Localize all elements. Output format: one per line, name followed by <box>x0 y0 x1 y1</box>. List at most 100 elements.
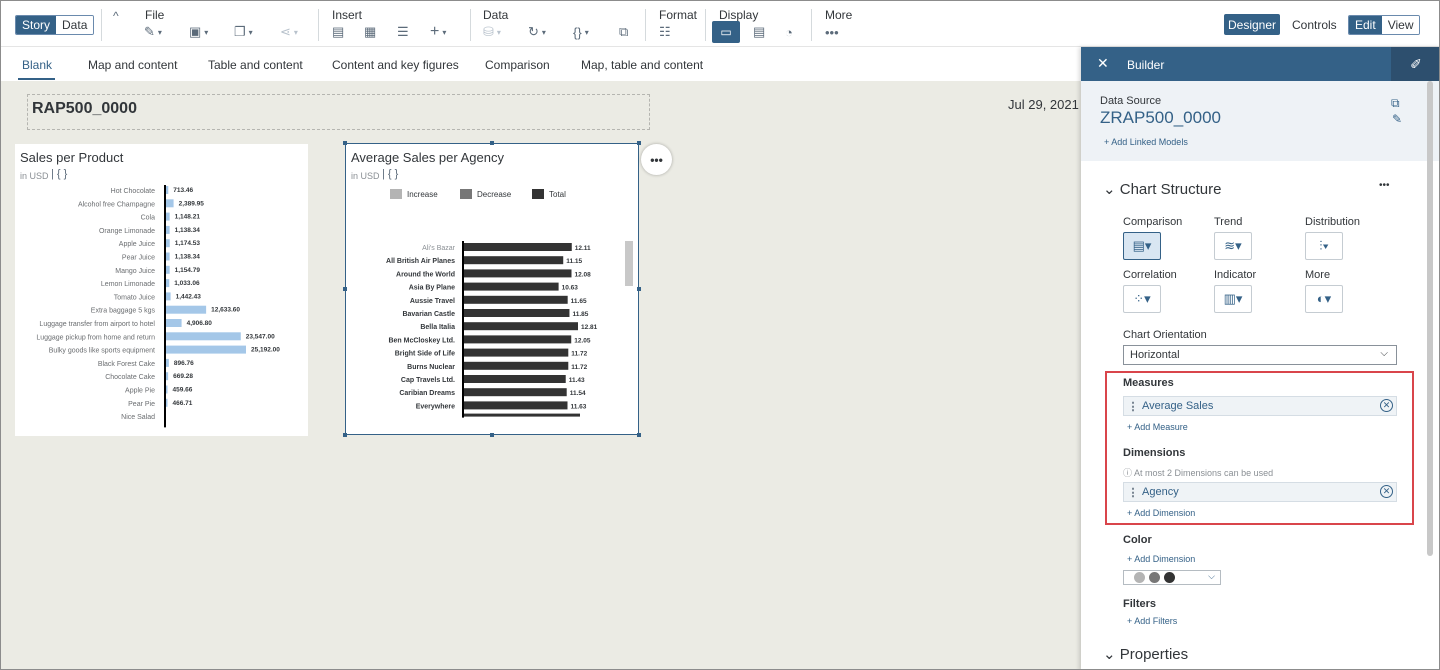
color-add-dimension-link[interactable]: + Add Dimension <box>1127 554 1195 564</box>
share-icon[interactable]: ⋖ ▾ <box>280 23 298 41</box>
resize-handle[interactable] <box>343 433 347 437</box>
data-label: 11.43 <box>569 377 585 384</box>
category-label: Cap Travels Ltd. <box>401 377 455 384</box>
comparison-chart-icon[interactable]: ▤▾ <box>1123 232 1161 260</box>
tab-table-and-content[interactable]: Table and content <box>208 58 303 72</box>
data-label: 23,547.00 <box>246 333 275 340</box>
separator <box>470 9 471 41</box>
chart-structure-label: Chart Structure <box>1119 181 1222 198</box>
performance-icon[interactable]: ◔ <box>785 23 793 41</box>
chart-scrollbar[interactable] <box>625 241 633 286</box>
grid-view-icon[interactable]: ▤ <box>753 23 765 41</box>
refresh-icon[interactable]: ↻ ▾ <box>528 23 546 41</box>
color-palette-select[interactable]: ⌵ <box>1123 570 1221 585</box>
resize-handle[interactable] <box>343 141 347 145</box>
template-tabs: Blank Map and content Table and content … <box>1 47 1081 81</box>
chart-more-actions-button[interactable]: ••• <box>641 144 672 175</box>
type-label-correlation: Correlation <box>1123 269 1177 281</box>
type-label-more: More <box>1305 269 1331 281</box>
chart-bar <box>464 243 572 251</box>
chart-insert-icon[interactable]: ▤ <box>332 23 344 41</box>
tab-blank[interactable]: Blank <box>22 58 52 72</box>
tab-content-and-key-figures[interactable]: Content and key figures <box>332 58 459 72</box>
category-label: Everywhere <box>416 403 455 410</box>
chart-bar <box>464 269 572 278</box>
styling-brush-icon[interactable]: ✐ <box>1391 47 1439 81</box>
category-label: All British Air Planes <box>386 258 455 265</box>
trend-chart-icon[interactable]: ≋▾ <box>1214 232 1252 260</box>
add-linked-models-link[interactable]: + Add Linked Models <box>1104 137 1188 147</box>
data-link-icon[interactable]: ⛁ ▾ <box>483 23 501 41</box>
average-sales-per-agency-chart[interactable]: Average Sales per Agency in USD | { } In… <box>345 143 639 435</box>
orientation-select[interactable]: Horizontal ⌵ <box>1123 345 1397 365</box>
data-label: 1,154.79 <box>175 267 201 274</box>
chart-bar <box>166 225 170 234</box>
collapse-toolbar-icon[interactable]: ^ <box>113 7 119 25</box>
more-icon[interactable]: ••• <box>825 23 839 41</box>
category-label: Hot Chocolate <box>111 188 155 195</box>
copy-icon[interactable]: ❐ ▾ <box>234 23 253 41</box>
chart-bar <box>166 279 170 288</box>
data-label: 1,138.34 <box>175 254 201 261</box>
edit-button[interactable]: Edit <box>1349 16 1382 34</box>
tools-icon[interactable]: ✕ <box>1097 55 1109 72</box>
story-mode-button[interactable]: Story <box>16 16 57 34</box>
controls-button[interactable]: Controls <box>1292 18 1337 32</box>
data-label: 713.46 <box>173 187 193 194</box>
chart-bar <box>464 375 566 383</box>
resize-handle[interactable] <box>637 433 641 437</box>
view-button[interactable]: View <box>1381 16 1420 34</box>
resize-handle[interactable] <box>637 287 641 291</box>
data-label: 11.72 <box>571 351 587 358</box>
data-label: 1,174.53 <box>175 240 201 247</box>
chart-bar <box>166 372 169 381</box>
chart-bar <box>464 361 569 370</box>
save-icon[interactable]: ▣ ▾ <box>189 23 208 41</box>
table-insert-icon[interactable]: ▦ <box>364 23 376 41</box>
formula-icon[interactable]: {} ▾ <box>573 23 589 41</box>
chart-structure-header[interactable]: ⌄ Chart Structure <box>1103 180 1221 198</box>
linked-analysis-icon[interactable]: ⧉ <box>619 23 628 41</box>
category-label: Pear Juice <box>122 255 155 262</box>
edit-source-icon[interactable]: ✎ <box>1392 112 1402 126</box>
add-filters-link[interactable]: + Add Filters <box>1127 616 1177 626</box>
distribution-chart-icon[interactable]: ⫶▾ <box>1305 232 1343 260</box>
panel-scrollbar[interactable] <box>1427 81 1433 556</box>
format-icon[interactable]: ☷ <box>659 23 671 41</box>
tab-map-table-and-content[interactable]: Map, table and content <box>581 58 703 72</box>
chart-bar <box>464 335 572 344</box>
chart-bar <box>166 358 169 367</box>
data-mode-button[interactable]: Data <box>56 16 94 34</box>
type-label-trend: Trend <box>1214 216 1243 228</box>
designer-button[interactable]: Designer <box>1224 14 1280 35</box>
indicator-chart-icon[interactable]: ▥▾ <box>1214 285 1252 313</box>
chart-structure-more-icon[interactable]: ••• <box>1379 180 1390 191</box>
chart-bar <box>166 265 170 274</box>
resize-handle[interactable] <box>343 287 347 291</box>
story-date: Jul 29, 2021 <box>1008 97 1079 112</box>
edit-view-switch[interactable]: Edit View <box>1348 15 1421 35</box>
tools-icon[interactable]: ✎ ▾ <box>144 23 162 41</box>
copy-source-icon[interactable]: ⧉ <box>1391 96 1400 111</box>
sales-per-product-chart[interactable]: Sales per Product in USD | { } Hot Choco… <box>15 144 308 436</box>
correlation-chart-icon[interactable]: ⁘▾ <box>1123 285 1161 313</box>
resize-handle[interactable] <box>490 141 494 145</box>
data-label: 11.65 <box>571 298 587 305</box>
tab-comparison[interactable]: Comparison <box>485 58 550 72</box>
category-label: Around the World <box>396 271 455 278</box>
builder-panel: ✕ Builder ✐ Data Source ZRAP500_0000 + A… <box>1081 47 1439 669</box>
category-label: Ali's Bazar <box>422 245 456 252</box>
data-source-name[interactable]: ZRAP500_0000 <box>1100 108 1221 128</box>
filter-insert-icon[interactable]: ☰ <box>397 23 409 41</box>
comment-icon[interactable]: ▭ <box>712 21 740 43</box>
tab-map-and-content[interactable]: Map and content <box>88 58 177 72</box>
properties-header[interactable]: ⌄ Properties <box>1103 645 1188 663</box>
story-title-box[interactable]: RAP500_0000 <box>27 94 650 130</box>
resize-handle[interactable] <box>637 141 641 145</box>
data-label: 11.72 <box>571 364 587 371</box>
story-data-switch[interactable]: Story Data <box>15 15 95 35</box>
resize-handle[interactable] <box>490 433 494 437</box>
more-charts-icon[interactable]: ◐▾ <box>1305 285 1343 313</box>
data-label: 1,148.21 <box>175 214 201 221</box>
add-insert-icon[interactable]: + ▾ <box>430 23 446 41</box>
